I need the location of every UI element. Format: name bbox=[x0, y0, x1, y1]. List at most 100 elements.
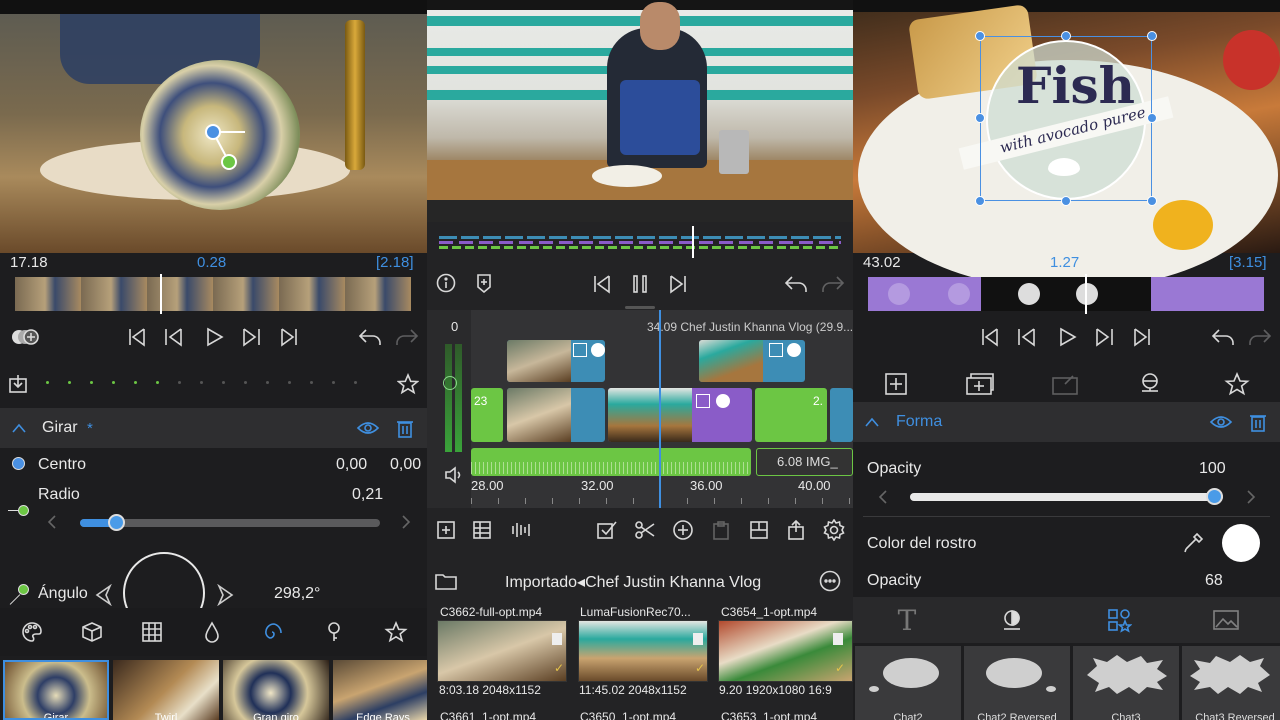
shape-chat2[interactable]: Chat2 bbox=[855, 646, 961, 720]
image-clip[interactable]: 6.08 IMG_ bbox=[756, 448, 853, 476]
clip-upper-1[interactable] bbox=[507, 340, 605, 382]
drop-icon[interactable] bbox=[200, 620, 224, 644]
title-graphic[interactable]: Fish with avocado puree bbox=[958, 31, 1174, 206]
effect-thumb-girar[interactable]: Girar bbox=[3, 660, 109, 720]
redo-icon[interactable] bbox=[394, 325, 420, 349]
pause-icon[interactable] bbox=[629, 273, 651, 295]
mid-skip-end-icon[interactable] bbox=[667, 273, 689, 295]
clip-main-1[interactable]: 23 bbox=[471, 388, 503, 442]
marker-icon[interactable] bbox=[473, 272, 495, 294]
add-keyframe-icon[interactable] bbox=[10, 324, 40, 350]
clip-main-4[interactable]: 2. bbox=[755, 388, 827, 442]
right-play-icon[interactable] bbox=[1056, 325, 1078, 349]
effect-thumb-gran-giro[interactable]: Gran giro bbox=[223, 660, 329, 720]
right-redo-icon[interactable] bbox=[1247, 325, 1273, 349]
star-favorites-icon[interactable] bbox=[383, 620, 409, 644]
mid-skip-start-icon[interactable] bbox=[591, 273, 613, 295]
shape-chat3-reversed[interactable]: Chat3 Reversed bbox=[1182, 646, 1280, 720]
preset-lamp-icon[interactable] bbox=[1137, 371, 1163, 397]
opacity-slider[interactable] bbox=[910, 488, 1223, 505]
step-forward-icon[interactable] bbox=[240, 325, 262, 349]
file-thumb-2[interactable]: ✓ bbox=[578, 620, 708, 682]
info-icon[interactable] bbox=[435, 272, 457, 294]
left-video-preview[interactable] bbox=[0, 0, 427, 253]
file-thumb-1[interactable]: ✓ bbox=[437, 620, 567, 682]
opacity2-value[interactable]: 68 bbox=[1205, 572, 1223, 590]
centro-y-value[interactable]: 0,00 bbox=[390, 456, 421, 474]
delete-trash-icon[interactable] bbox=[395, 417, 415, 439]
rotate-right-icon[interactable] bbox=[214, 583, 236, 607]
layer-header[interactable]: Forma bbox=[853, 402, 1280, 442]
insert-clip-icon[interactable] bbox=[435, 519, 457, 541]
add-group-icon[interactable] bbox=[965, 371, 995, 397]
audio-track[interactable] bbox=[471, 448, 751, 476]
right-undo-icon[interactable] bbox=[1210, 325, 1236, 349]
favorite-star-icon[interactable] bbox=[396, 372, 420, 396]
eyedropper-icon[interactable] bbox=[1181, 531, 1205, 555]
spiral-distort-icon[interactable] bbox=[260, 620, 284, 644]
shape-chat2-reversed[interactable]: Chat2 Reversed bbox=[964, 646, 1070, 720]
cube-icon[interactable] bbox=[80, 620, 104, 644]
file-thumb-3[interactable]: ✓ bbox=[718, 620, 853, 682]
add-circle-icon[interactable] bbox=[671, 519, 695, 541]
play-icon[interactable] bbox=[203, 325, 225, 349]
opacity-value[interactable]: 100 bbox=[1199, 460, 1226, 478]
effect-thumb-twirl[interactable]: Twirl bbox=[113, 660, 219, 720]
mid-undo-icon[interactable] bbox=[783, 273, 809, 295]
skip-to-end-icon[interactable] bbox=[278, 325, 300, 349]
folder-icon[interactable] bbox=[435, 570, 457, 592]
clip-main-3[interactable] bbox=[608, 388, 752, 442]
settings-gear-icon[interactable] bbox=[822, 519, 846, 541]
keyframe-download-icon[interactable] bbox=[7, 372, 29, 396]
layer-eye-icon[interactable] bbox=[1209, 411, 1233, 433]
shape-chat3[interactable]: Chat3 bbox=[1073, 646, 1179, 720]
image-tab-icon[interactable] bbox=[1211, 606, 1241, 634]
key-icon[interactable] bbox=[322, 620, 346, 644]
radio-slider[interactable] bbox=[80, 514, 380, 531]
shapes-tab-icon[interactable] bbox=[1105, 606, 1133, 634]
right-favorite-star-icon[interactable] bbox=[1223, 371, 1251, 397]
angulo-value[interactable]: 298,2° bbox=[274, 585, 320, 603]
rotate-left-icon[interactable] bbox=[93, 583, 115, 607]
undo-icon[interactable] bbox=[357, 325, 383, 349]
overview-waveform[interactable] bbox=[439, 226, 841, 258]
palette-icon[interactable] bbox=[20, 620, 44, 644]
skip-to-start-icon[interactable] bbox=[126, 325, 148, 349]
right-step-back-icon[interactable] bbox=[1016, 325, 1038, 349]
radio-left-arrow-icon[interactable] bbox=[44, 514, 60, 530]
effect-header[interactable]: Girar * bbox=[0, 408, 427, 448]
playhead[interactable] bbox=[659, 310, 661, 508]
right-video-preview[interactable]: Fish with avocado puree bbox=[853, 0, 1280, 290]
share-export-icon[interactable] bbox=[784, 519, 808, 541]
select-check-icon[interactable] bbox=[595, 519, 619, 541]
right-skip-end-icon[interactable] bbox=[1131, 325, 1153, 349]
clip-main-2[interactable] bbox=[507, 388, 605, 442]
radio-right-arrow-icon[interactable] bbox=[398, 514, 414, 530]
speaker-icon[interactable] bbox=[443, 464, 465, 486]
effect-thumb-edge-rays[interactable]: Edge Rays bbox=[333, 660, 427, 720]
paste-icon[interactable] bbox=[709, 519, 733, 541]
grid-mask-icon[interactable] bbox=[140, 620, 164, 644]
text-tab-icon[interactable]: T bbox=[893, 604, 921, 637]
left-filmstrip[interactable] bbox=[15, 274, 411, 314]
collapse-chevron-icon[interactable] bbox=[10, 418, 28, 438]
right-step-forward-icon[interactable] bbox=[1093, 325, 1115, 349]
track-headers-icon[interactable] bbox=[471, 519, 493, 541]
right-filmstrip[interactable] bbox=[868, 274, 1264, 314]
more-options-icon[interactable] bbox=[818, 569, 842, 593]
step-back-icon[interactable] bbox=[163, 325, 185, 349]
add-layer-icon[interactable] bbox=[883, 371, 909, 397]
opacity-right-arrow-icon[interactable] bbox=[1243, 489, 1259, 505]
radio-value[interactable]: 0,21 bbox=[352, 486, 383, 504]
clip-upper-2[interactable] bbox=[699, 340, 805, 382]
mid-redo-icon[interactable] bbox=[820, 273, 846, 295]
face-color-swatch[interactable] bbox=[1222, 524, 1260, 562]
fill-tab-icon[interactable] bbox=[998, 606, 1026, 634]
opacity-left-arrow-icon[interactable] bbox=[875, 489, 891, 505]
visibility-eye-icon[interactable] bbox=[356, 417, 380, 439]
scissors-icon[interactable] bbox=[633, 519, 657, 541]
middle-video-preview[interactable] bbox=[427, 0, 853, 222]
waveform-icon[interactable] bbox=[509, 519, 531, 541]
layer-collapse-chevron-icon[interactable] bbox=[863, 412, 881, 432]
centro-x-value[interactable]: 0,00 bbox=[336, 456, 367, 474]
